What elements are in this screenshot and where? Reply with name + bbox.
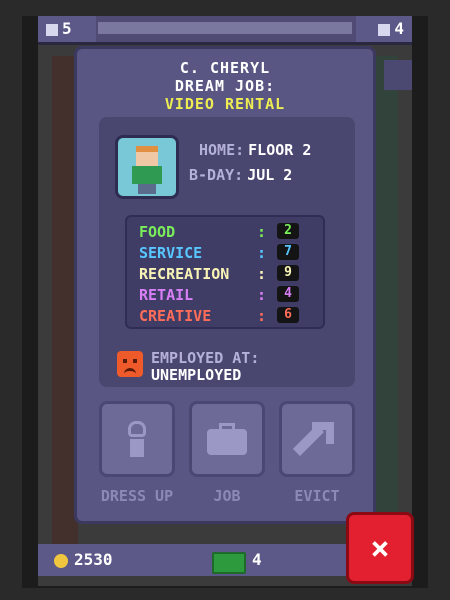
birthday-info: B-DAY: JUL 2 bbox=[189, 166, 292, 184]
skill-separator: : bbox=[257, 265, 267, 283]
avatar-legs bbox=[138, 184, 156, 194]
skill-separator: : bbox=[257, 244, 267, 262]
job-button[interactable] bbox=[189, 401, 265, 477]
building-icon bbox=[378, 23, 391, 36]
dress-up-label: DRESS UP bbox=[100, 487, 174, 505]
avatar-head bbox=[136, 146, 158, 166]
population-counter[interactable]: 5 bbox=[38, 16, 96, 42]
population-value: 5 bbox=[62, 19, 72, 38]
arrow-head-vertical bbox=[326, 422, 334, 444]
evict-label: EVICT bbox=[294, 487, 340, 505]
employed-at-value: UNEMPLOYED bbox=[151, 366, 242, 384]
dress-up-icon-head bbox=[128, 421, 146, 437]
evict-arrow-icon bbox=[292, 422, 334, 456]
job-label: JOB bbox=[213, 487, 241, 505]
side-tool-icon[interactable] bbox=[384, 60, 412, 90]
floor-value: 4 bbox=[394, 19, 404, 38]
birthday-label: B-DAY: bbox=[189, 166, 244, 184]
skill-separator: : bbox=[257, 307, 267, 325]
profile-box: HOME: FLOOR 2 B-DAY: JUL 2 FOOD : 2 SERVIC… bbox=[99, 117, 355, 387]
avatar-body bbox=[132, 166, 162, 184]
skill-value: 2 bbox=[277, 223, 299, 239]
birthday-value: JUL 2 bbox=[247, 166, 293, 184]
bux-icon bbox=[212, 552, 246, 574]
coin-icon bbox=[54, 554, 68, 568]
bux-value: 4 bbox=[252, 550, 262, 569]
dream-job-label: DREAM JOB: bbox=[174, 77, 276, 95]
bitizen-info-panel: C. CHERYL DREAM JOB: VIDEO RENTAL HOME: F… bbox=[74, 46, 376, 524]
home-info: HOME: FLOOR 2 bbox=[199, 141, 311, 159]
employment-status: EMPLOYED AT: UNEMPLOYED bbox=[117, 349, 341, 385]
skill-row-retail: RETAIL : 4 bbox=[139, 286, 315, 304]
skill-value: 4 bbox=[277, 286, 299, 302]
dream-job-value: VIDEO RENTAL bbox=[164, 95, 286, 113]
skill-row-recreation: RECREATION : 9 bbox=[139, 265, 315, 283]
skills-box: FOOD : 2 SERVICE : 7 RECREATION : 9 RETA… bbox=[125, 215, 325, 329]
home-value: FLOOR 2 bbox=[248, 141, 312, 159]
skill-label: RETAIL bbox=[139, 286, 194, 304]
employed-at-label: EMPLOYED AT: bbox=[151, 349, 260, 367]
briefcase-icon bbox=[207, 423, 247, 455]
bitizen-avatar bbox=[115, 135, 179, 199]
skill-value: 9 bbox=[277, 265, 299, 281]
dress-up-icon bbox=[126, 421, 148, 457]
evict-button[interactable] bbox=[279, 401, 355, 477]
floor-counter[interactable]: 4 bbox=[356, 16, 412, 42]
skill-value: 7 bbox=[277, 244, 299, 260]
coins-value: 2530 bbox=[74, 550, 113, 569]
skill-label: RECREATION bbox=[139, 265, 230, 283]
close-icon: × bbox=[370, 529, 390, 567]
skill-row-food: FOOD : 2 bbox=[139, 223, 315, 241]
close-button[interactable]: × bbox=[346, 512, 414, 584]
skill-label: CREATIVE bbox=[139, 307, 212, 325]
dress-up-icon-body bbox=[130, 439, 144, 457]
skill-label: SERVICE bbox=[139, 244, 203, 262]
dress-up-button[interactable] bbox=[99, 401, 175, 477]
skill-row-service: SERVICE : 7 bbox=[139, 244, 315, 262]
top-status-strip bbox=[98, 22, 352, 34]
skill-separator: : bbox=[257, 286, 267, 304]
briefcase-body bbox=[207, 429, 247, 455]
skill-label: FOOD bbox=[139, 223, 176, 241]
home-label: HOME: bbox=[199, 141, 245, 159]
skill-row-creative: CREATIVE : 6 bbox=[139, 307, 315, 325]
person-icon bbox=[46, 23, 58, 36]
skill-value: 6 bbox=[277, 307, 299, 323]
skill-separator: : bbox=[257, 223, 267, 241]
sad-face-icon bbox=[117, 351, 143, 377]
bitizen-name: C. CHERYL bbox=[179, 59, 271, 77]
